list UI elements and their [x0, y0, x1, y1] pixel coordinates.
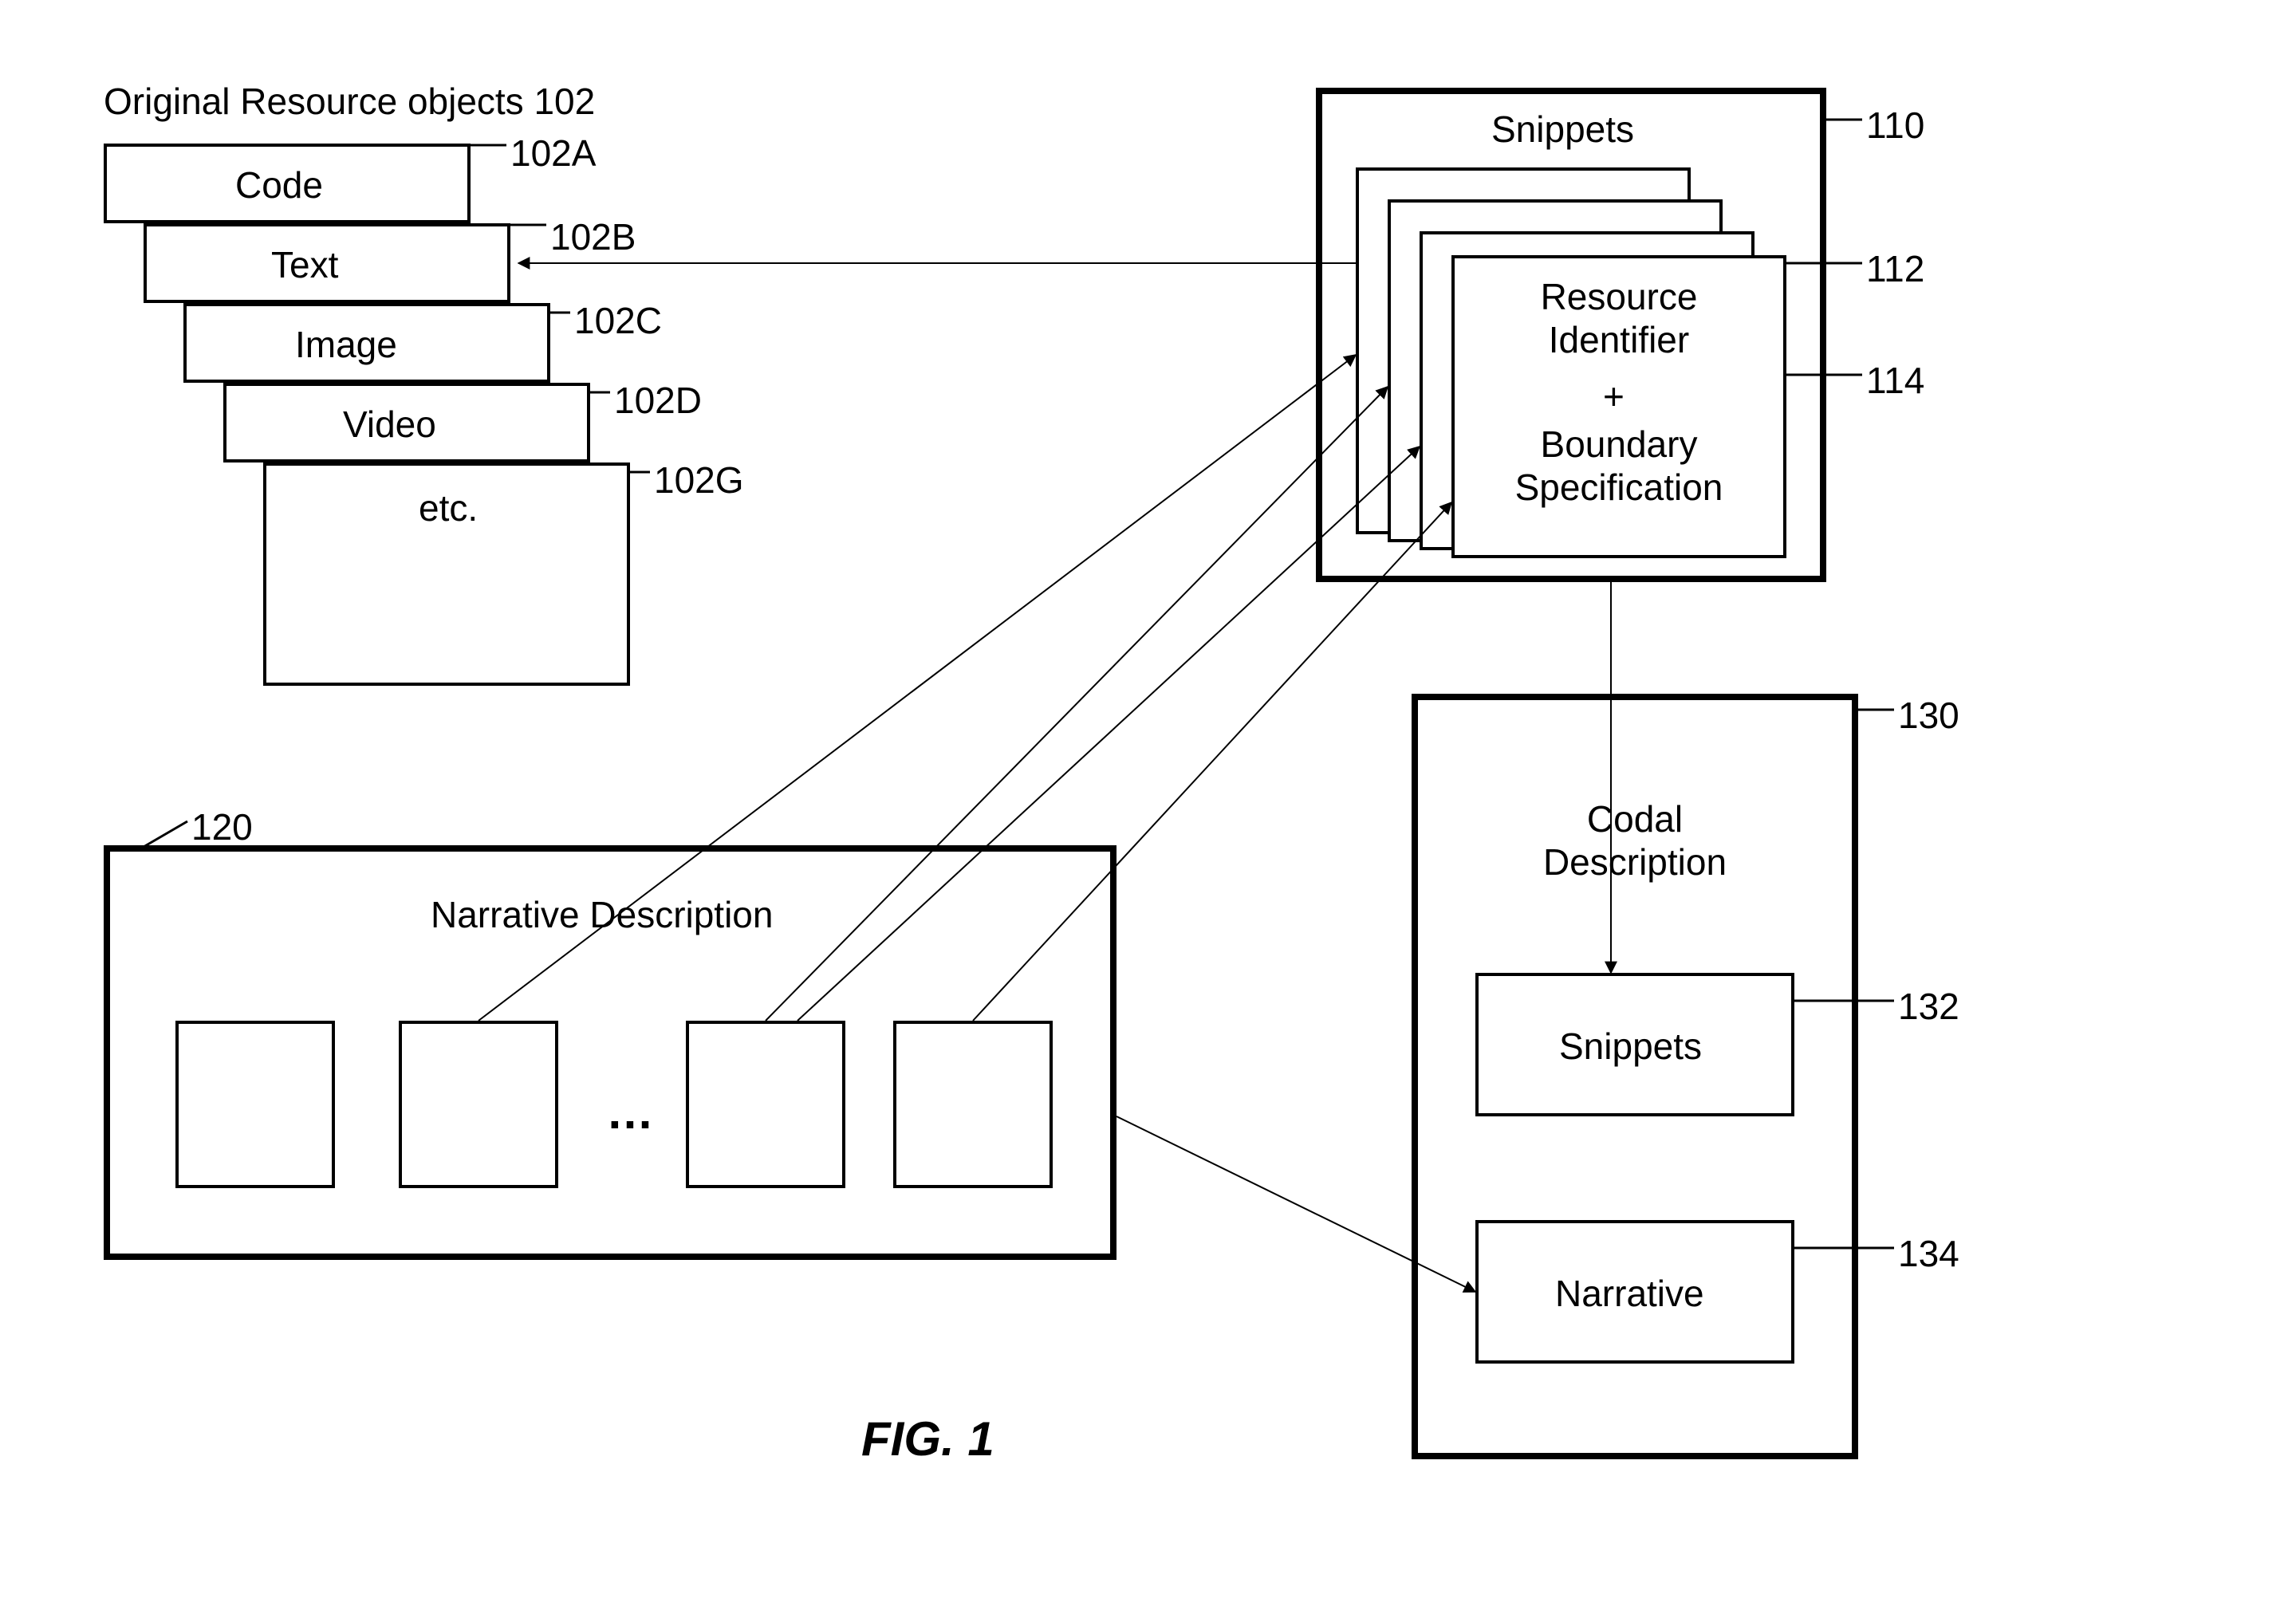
snippets-ref-ri: 112 — [1866, 247, 1924, 290]
narrative-item-1 — [175, 1021, 335, 1188]
diagram-canvas: Original Resource objects 102 etc. 102G … — [0, 0, 2296, 1602]
narrative-item-4 — [893, 1021, 1053, 1188]
resource-label-image: Image — [295, 323, 397, 366]
narrative-ellipsis: … — [606, 1084, 654, 1140]
resource-label-etc: etc. — [419, 486, 478, 529]
narrative-item-3 — [686, 1021, 845, 1188]
narrative-item-2 — [399, 1021, 558, 1188]
snippet-resource-identifier: Resource Identifier — [1491, 275, 1747, 361]
resource-label-video: Video — [343, 403, 436, 446]
snippets-ref-bs: 114 — [1866, 359, 1924, 402]
resource-ref-a: 102A — [510, 132, 596, 175]
codal-snippets-label: Snippets — [1559, 1025, 1702, 1068]
snippet-boundary: Boundary Specification — [1459, 423, 1778, 509]
figure-label: FIG. 1 — [861, 1411, 994, 1466]
codal-narrative-label: Narrative — [1555, 1272, 1704, 1315]
codal-ref-narr: 134 — [1898, 1232, 1959, 1275]
resource-label-code: Code — [235, 163, 323, 207]
resources-title: Original Resource objects 102 — [104, 80, 595, 123]
codal-ref-outer: 130 — [1898, 694, 1959, 737]
resource-ref-b: 102B — [550, 215, 636, 258]
resource-ref-c: 102C — [574, 299, 662, 342]
snippet-plus: + — [1603, 375, 1625, 418]
snippets-title: Snippets — [1491, 108, 1634, 151]
codal-title: Codal Description — [1523, 797, 1747, 884]
resource-ref-g: 102G — [654, 459, 744, 502]
resource-ref-d: 102D — [614, 379, 702, 422]
codal-ref-snip: 132 — [1898, 985, 1959, 1028]
narrative-ref: 120 — [191, 805, 253, 848]
resource-label-text: Text — [271, 243, 338, 286]
narrative-title: Narrative Description — [431, 893, 773, 936]
snippets-ref-outer: 110 — [1866, 104, 1924, 147]
